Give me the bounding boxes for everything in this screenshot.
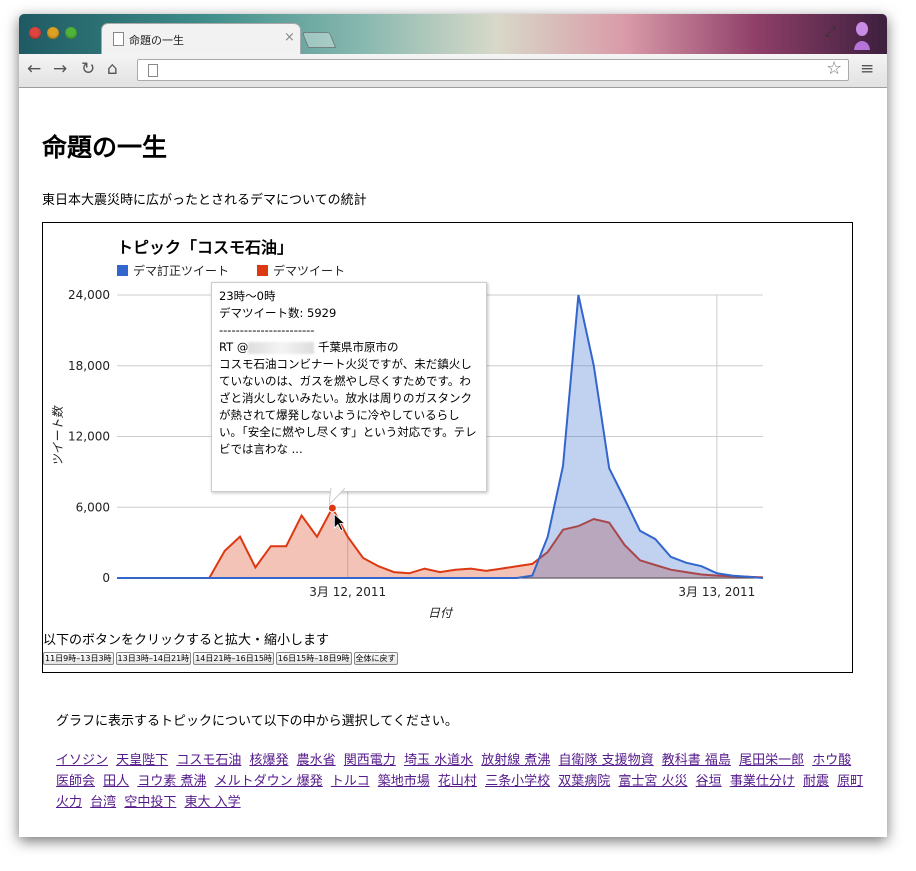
window-zoom-button[interactable] bbox=[65, 27, 77, 39]
tooltip-rt-after: 千葉県市原市の bbox=[314, 340, 399, 354]
topic-link[interactable]: 放射線 煮沸 bbox=[481, 753, 550, 768]
browser-tab[interactable]: 命題の一生 × bbox=[101, 23, 301, 54]
tab-close-icon[interactable]: × bbox=[284, 30, 295, 45]
page-icon bbox=[113, 32, 124, 46]
menu-icon[interactable]: ≡ bbox=[860, 59, 874, 79]
page-subtitle: 東日本大震災時に広がったとされるデマについての統計 bbox=[42, 193, 367, 208]
legend-label-correction: デマ訂正ツイート bbox=[133, 263, 229, 278]
topic-link[interactable]: 三条小学校 bbox=[485, 774, 550, 789]
chart-title: トピック「コスモ石油」 bbox=[117, 238, 293, 257]
fullscreen-icon[interactable]: ⤢ bbox=[825, 24, 836, 40]
topic-link[interactable]: 田人 bbox=[103, 774, 129, 789]
profile-avatar-icon[interactable] bbox=[853, 20, 871, 50]
y-axis-title: ツイート数 bbox=[51, 405, 65, 467]
topic-link[interactable]: コスモ石油 bbox=[176, 753, 241, 768]
topic-link[interactable]: 双葉病院 bbox=[558, 774, 610, 789]
legend-swatch-rumor bbox=[257, 265, 268, 276]
legend-swatch-correction bbox=[117, 265, 128, 276]
chart-tooltip: 23時〜0時 デマツイート数: 5929 -------------------… bbox=[211, 282, 487, 492]
zoom-button-group: 11日9時–13日3時 13日3時–14日21時 14日21時–16日15時 16日1… bbox=[43, 652, 400, 671]
topic-prompt: グラフに表示するトピックについて以下の中から選択してください。 bbox=[56, 714, 458, 729]
topic-link[interactable]: 尾田栄一郎 bbox=[739, 753, 804, 768]
topic-link[interactable]: 教科書 福島 bbox=[662, 753, 731, 768]
topic-link[interactable]: 築地市場 bbox=[378, 774, 430, 789]
zoom-reset-button[interactable]: 全体に戻す bbox=[353, 652, 398, 665]
topic-link[interactable]: トルコ bbox=[331, 774, 370, 789]
tooltip-pointer bbox=[329, 488, 346, 506]
x-tick-label: 3月 13, 2011 bbox=[678, 585, 755, 599]
topic-link[interactable]: 関西電力 bbox=[344, 753, 396, 768]
zoom-instructions: 以下のボタンをクリックすると拡大・縮小します bbox=[43, 633, 330, 648]
topic-link[interactable]: 天皇陛下 bbox=[116, 753, 168, 768]
tooltip-time: 23時〜0時 bbox=[219, 289, 276, 303]
topic-link[interactable]: 医師会 bbox=[56, 774, 95, 789]
address-bar[interactable] bbox=[137, 59, 849, 81]
page-title: 命題の一生 bbox=[42, 133, 168, 162]
title-bar: 命題の一生 × ⤢ bbox=[19, 14, 887, 54]
page-icon bbox=[148, 64, 158, 77]
topic-link[interactable]: 自衛隊 支援物資 bbox=[559, 753, 654, 768]
topic-link[interactable]: 台湾 bbox=[90, 795, 116, 810]
y-tick-label: 18,000 bbox=[68, 359, 110, 373]
zoom-button-4[interactable]: 16日15時–18日9時 bbox=[275, 652, 352, 665]
topic-link[interactable]: ヨウ素 煮沸 bbox=[137, 774, 206, 789]
topic-link-list: イソジン 天皇陛下 コスモ石油 核爆発 農水省 関西電力 埼玉 水道水 放射線 … bbox=[56, 750, 868, 813]
topic-link[interactable]: ホウ酸 bbox=[812, 753, 851, 768]
forward-arrow-icon[interactable]: → bbox=[53, 59, 67, 79]
tooltip-stat: デマツイート数: 5929 bbox=[219, 306, 337, 320]
topic-link[interactable]: 東大 入学 bbox=[184, 795, 240, 810]
topic-link[interactable]: 谷垣 bbox=[696, 774, 722, 789]
tooltip-rt-prefix: RT @ bbox=[219, 340, 249, 354]
topic-link[interactable]: メルトダウン 爆発 bbox=[215, 774, 323, 789]
x-tick-label: 3月 12, 2011 bbox=[309, 585, 386, 599]
window-minimize-button[interactable] bbox=[47, 27, 59, 39]
tooltip-separator: ----------------------- bbox=[219, 323, 315, 337]
y-tick-label: 0 bbox=[102, 571, 110, 585]
zoom-button-1[interactable]: 11日9時–13日3時 bbox=[43, 652, 114, 665]
y-tick-label: 6,000 bbox=[76, 500, 110, 514]
page-content: 命題の一生 東日本大震災時に広がったとされるデマについての統計 0 6,000 12… bbox=[19, 88, 887, 837]
new-tab-button[interactable] bbox=[301, 32, 337, 48]
y-tick-label: 24,000 bbox=[68, 288, 110, 302]
browser-toolbar: ← → ↻ ⌂ ☆ ≡ bbox=[19, 54, 887, 88]
topic-link[interactable]: 農水省 bbox=[297, 753, 336, 768]
topic-link[interactable]: 核爆発 bbox=[249, 753, 288, 768]
topic-link[interactable]: 富士宮 火災 bbox=[618, 774, 687, 789]
topic-link[interactable]: 事業仕分け bbox=[730, 774, 795, 789]
topic-link[interactable]: 埼玉 水道水 bbox=[404, 753, 473, 768]
y-tick-label: 12,000 bbox=[68, 430, 110, 444]
window-close-button[interactable] bbox=[29, 27, 41, 39]
zoom-button-3[interactable]: 14日21時–16日15時 bbox=[193, 652, 274, 665]
reload-icon[interactable]: ↻ bbox=[81, 59, 95, 79]
bookmark-star-icon[interactable]: ☆ bbox=[826, 59, 842, 79]
x-axis-title: 日付 bbox=[428, 606, 454, 620]
back-arrow-icon[interactable]: ← bbox=[27, 59, 41, 79]
topic-link[interactable]: 空中投下 bbox=[124, 795, 176, 810]
zoom-button-2[interactable]: 13日3時–14日21時 bbox=[115, 652, 192, 665]
legend-label-rumor: デマツイート bbox=[273, 263, 345, 278]
redacted-username bbox=[248, 341, 315, 354]
topic-link[interactable]: イソジン bbox=[56, 753, 108, 768]
chart-container: 0 6,000 12,000 18,000 24,000 3月 12, 2011 3月 13… bbox=[42, 222, 853, 673]
tab-title: 命題の一生 bbox=[129, 34, 184, 47]
browser-window: 命題の一生 × ⤢ ← → ↻ ⌂ ☆ ≡ 命題の一生 東日本大震災時に広がった… bbox=[19, 14, 887, 837]
topic-link[interactable]: 耐震 bbox=[803, 774, 829, 789]
home-icon[interactable]: ⌂ bbox=[107, 59, 118, 79]
tooltip-body: コスモ石油コンビナート火災ですが、未だ鎮火していないのは、ガスを燃やし尽くすため… bbox=[219, 357, 477, 456]
topic-link[interactable]: 花山村 bbox=[438, 774, 477, 789]
